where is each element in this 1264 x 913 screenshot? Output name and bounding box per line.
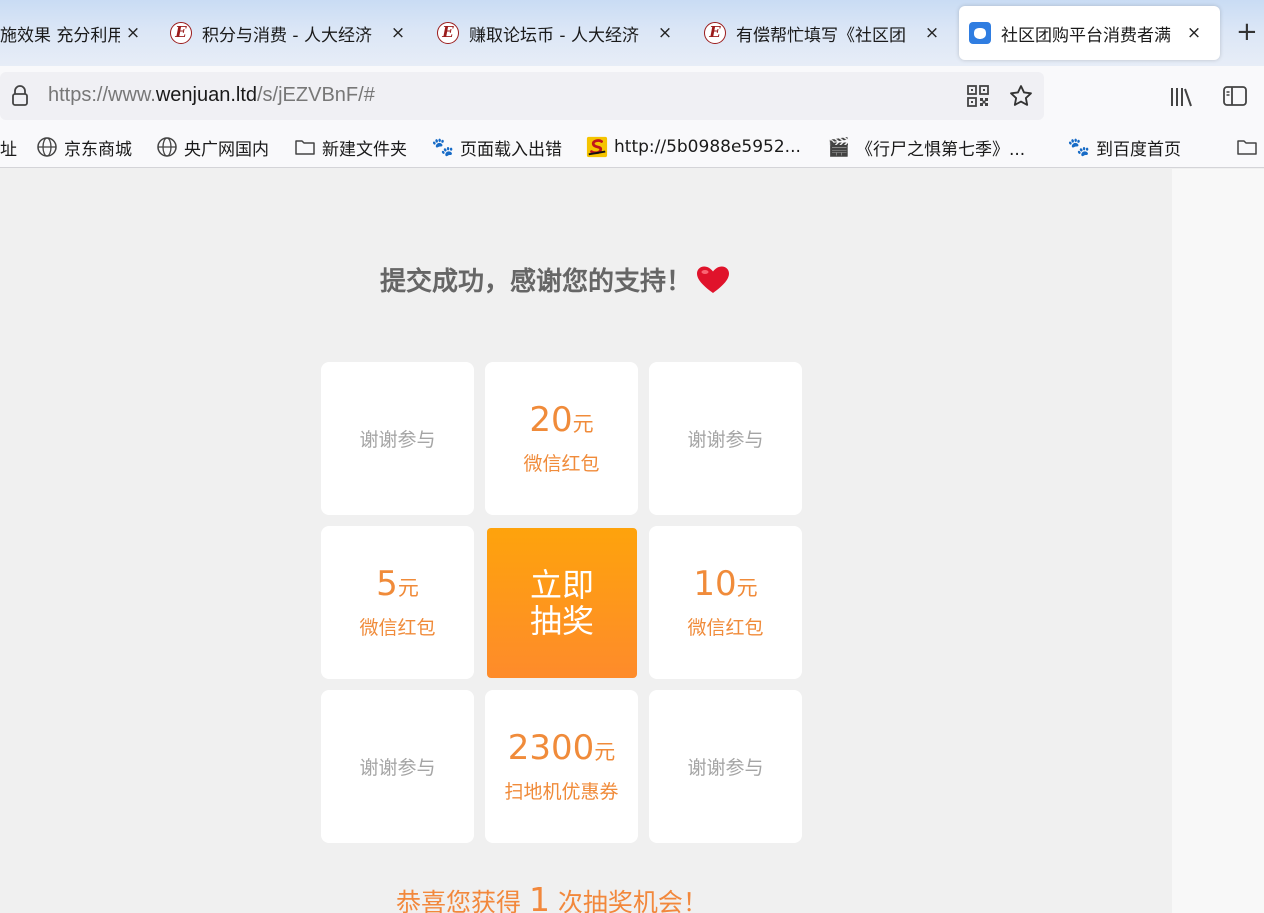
prize-text: 谢谢参与 bbox=[359, 757, 436, 779]
e-logo-icon: E bbox=[704, 22, 726, 44]
prize-cell-5-yuan: 5元 微信红包 bbox=[321, 526, 474, 679]
tab-title: 施效果 充分利用 bbox=[0, 25, 120, 46]
prize-cell-thanks: 谢谢参与 bbox=[649, 690, 802, 843]
lock-icon[interactable] bbox=[8, 84, 32, 108]
url-prefix: https://www. bbox=[48, 84, 156, 106]
prize-text: 谢谢参与 bbox=[359, 429, 436, 451]
bookmark-label: 页面载入出错 bbox=[460, 139, 562, 160]
prize-desc: 微信红包 bbox=[359, 617, 436, 639]
bookmark-new-folder[interactable]: 新建文件夹 bbox=[294, 134, 407, 160]
prize-desc: 扫地机优惠券 bbox=[504, 781, 619, 803]
page-content: 提交成功，感谢您的支持！ 谢谢参与 20元 微信红包 谢谢参与 5元 微信红包 … bbox=[0, 169, 1172, 913]
prize-cell-thanks: 谢谢参与 bbox=[321, 362, 474, 515]
draw-count: 1 bbox=[528, 880, 550, 913]
close-icon[interactable]: × bbox=[389, 23, 407, 43]
globe-icon bbox=[36, 136, 58, 158]
close-icon[interactable]: × bbox=[124, 23, 142, 43]
bookmark-baidu-home[interactable]: 🐾 到百度首页 bbox=[1068, 134, 1181, 160]
tab-2[interactable]: E 积分与消费 - 人大经济 × bbox=[160, 6, 415, 60]
bookmark-label: 址 bbox=[0, 139, 17, 160]
bookmark-item[interactable]: 址 bbox=[0, 134, 17, 160]
e-logo-icon: E bbox=[437, 22, 459, 44]
tab-title: 赚取论坛币 - 人大经济 bbox=[469, 25, 639, 46]
folder-icon bbox=[1236, 136, 1258, 158]
globe-icon bbox=[156, 136, 178, 158]
prize-cell-10-yuan: 10元 微信红包 bbox=[649, 526, 802, 679]
e-logo-icon: E bbox=[170, 22, 192, 44]
url-text[interactable]: https://www.wenjuan.ltd/s/jEZVBnF/# bbox=[48, 84, 375, 107]
prize-cell-2300-yuan: 2300元 扫地机优惠券 bbox=[485, 690, 638, 843]
library-icon[interactable] bbox=[1168, 84, 1194, 110]
navigation-bar: https://www.wenjuan.ltd/s/jEZVBnF/# bbox=[0, 66, 1264, 126]
tab-title: 社区团购平台消费者满 bbox=[1001, 25, 1171, 46]
bookmark-load-error[interactable]: 🐾 页面载入出错 bbox=[432, 134, 562, 160]
e-logo-letter: E bbox=[437, 22, 459, 44]
bookmark-label: 京东商城 bbox=[64, 139, 132, 160]
sidebar-toggle-icon[interactable] bbox=[1222, 84, 1248, 108]
tab-1[interactable]: 施效果 充分利用 × bbox=[0, 6, 150, 60]
close-icon[interactable]: × bbox=[1185, 23, 1203, 43]
tab-title: 积分与消费 - 人大经济 bbox=[202, 25, 372, 46]
bookmark-fear-walking-dead[interactable]: 🎬 《行尸之惧第七季》... bbox=[828, 134, 1025, 160]
prize-cell-thanks: 谢谢参与 bbox=[321, 690, 474, 843]
bookmark-star-icon[interactable] bbox=[1008, 83, 1034, 109]
folder-icon bbox=[294, 136, 316, 158]
bookmark-label: 到百度首页 bbox=[1096, 139, 1181, 160]
bookmark-jd[interactable]: 京东商城 bbox=[36, 134, 132, 160]
page-side-gutter bbox=[1172, 169, 1264, 913]
lottery-grid: 谢谢参与 20元 微信红包 谢谢参与 5元 微信红包 立即 抽奖 10元 微信红… bbox=[321, 362, 802, 843]
bookmark-url[interactable]: http://5b0988e5952... bbox=[586, 134, 801, 160]
prize-text: 谢谢参与 bbox=[687, 757, 764, 779]
success-text: 提交成功，感谢您的支持！ bbox=[380, 267, 693, 297]
baidu-paw-icon: 🐾 bbox=[431, 136, 455, 158]
close-icon[interactable]: × bbox=[923, 23, 941, 43]
prize-cell-thanks: 谢谢参与 bbox=[649, 362, 802, 515]
prize-amount: 2300元 bbox=[507, 728, 616, 768]
prize-desc: 微信红包 bbox=[687, 617, 764, 639]
draw-chances-message: 恭喜您获得 1 次抽奖机会！ bbox=[396, 880, 708, 913]
draw-lottery-button[interactable]: 立即 抽奖 bbox=[487, 528, 637, 678]
new-tab-button[interactable]: + bbox=[1236, 18, 1258, 46]
e-logo-letter: E bbox=[170, 22, 192, 44]
bookmark-label: 新建文件夹 bbox=[322, 139, 407, 160]
prize-amount: 20元 bbox=[529, 400, 594, 440]
draw-button-line1: 立即 bbox=[529, 566, 594, 604]
url-host: wenjuan.ltd bbox=[155, 84, 257, 106]
tab-3[interactable]: E 赚取论坛币 - 人大经济 × bbox=[427, 6, 682, 60]
s-logo-icon bbox=[586, 136, 608, 158]
tab-strip: 施效果 充分利用 × E 积分与消费 - 人大经济 × E 赚取论坛币 - 人大… bbox=[0, 0, 1264, 66]
prize-amount: 10元 bbox=[693, 564, 758, 604]
bookmark-cnr[interactable]: 央广网国内 bbox=[156, 134, 269, 160]
heart-icon bbox=[697, 266, 730, 293]
tab-4[interactable]: E 有偿帮忙填写《社区团 × bbox=[694, 6, 949, 60]
tab-title: 有偿帮忙填写《社区团 bbox=[736, 25, 906, 46]
bookmark-label: http://5b0988e5952... bbox=[614, 137, 801, 157]
cat-logo-icon bbox=[969, 22, 991, 44]
prize-amount: 5元 bbox=[376, 564, 419, 604]
close-icon[interactable]: × bbox=[656, 23, 674, 43]
prize-desc: 微信红包 bbox=[523, 453, 600, 475]
prize-cell-20-yuan: 20元 微信红包 bbox=[485, 362, 638, 515]
success-message: 提交成功，感谢您的支持！ bbox=[380, 261, 730, 298]
baidu-paw-icon: 🐾 bbox=[1067, 136, 1091, 158]
clapperboard-icon: 🎬 bbox=[827, 136, 851, 158]
address-bar[interactable]: https://www.wenjuan.ltd/s/jEZVBnF/# bbox=[0, 72, 1044, 120]
tab-5-active[interactable]: 社区团购平台消费者满 × bbox=[959, 6, 1220, 60]
bookmarks-toolbar: 址 京东商城 央广网国内 新建文件夹 🐾 页面载入出错 http://5b098… bbox=[0, 126, 1264, 168]
other-bookmarks-folder[interactable] bbox=[1236, 134, 1264, 160]
url-path: /s/jEZVBnF/# bbox=[257, 84, 375, 106]
bookmark-label: 央广网国内 bbox=[184, 139, 269, 160]
e-logo-letter: E bbox=[704, 22, 726, 44]
prize-text: 谢谢参与 bbox=[687, 429, 764, 451]
qr-code-icon[interactable] bbox=[966, 84, 990, 108]
bookmark-label: 《行尸之惧第七季》... bbox=[856, 139, 1026, 160]
draw-button-line2: 抽奖 bbox=[529, 602, 594, 640]
